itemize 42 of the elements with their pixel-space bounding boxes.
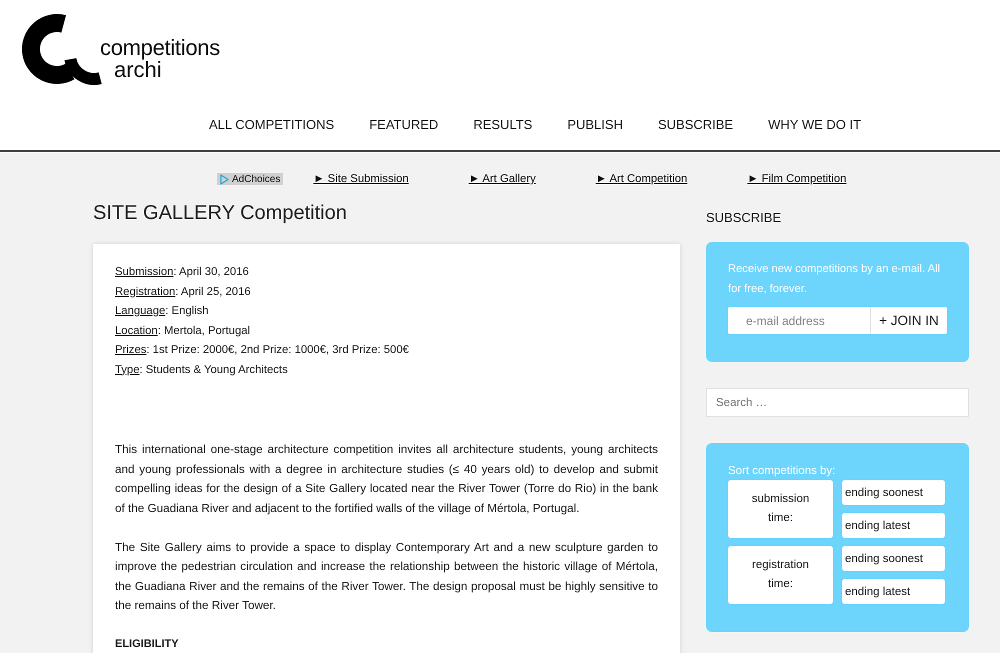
ad-link[interactable]: ► Art Gallery <box>468 173 536 185</box>
page-title: SITE GALLERY Competition <box>93 201 348 226</box>
sort-label: submission time: <box>728 480 833 538</box>
detail-value: : 1st Prize: 2000€, 2nd Prize: 1000€, 3rd Prize: 500€ <box>146 344 409 356</box>
paragraph: The Site Gallery aims to provide a space to display Contemporary Art and a new sculpture garden to improve the pedestrian circulation and increase the relationship between the historic village of Mértola, the Guadiana River and the remains of the River Tower. The design proposal must be highly sensitive to the remains of the River Tower. <box>115 540 658 614</box>
join-button[interactable]: + JOIN IN <box>870 307 947 334</box>
sort-option-button[interactable]: ending latest <box>842 579 945 604</box>
nav-link[interactable]: RESULTS <box>473 116 532 134</box>
section-heading: ELIGIBILITY <box>115 637 180 652</box>
logo-text[interactable]: archi <box>114 59 162 81</box>
paragraph: This international one-stage architecture competition invites all architecture students, young architects and young professionals with a degree in architecture studies (≤ 40 years old) to develop and submit compelling ideas for the design of a Site Gallery located near the River Tower (Torre do Rio) in the bank of the Guadiana River and adjacent to the fortified walls of the village of Mértola, Portugal. <box>115 442 658 516</box>
ad-link[interactable]: ► Site Submission <box>313 173 409 185</box>
sort-option-button[interactable]: ending soonest <box>842 480 945 505</box>
play-triangle-icon <box>220 174 229 184</box>
logo-text[interactable]: competitions <box>100 37 220 59</box>
nav-link[interactable]: PUBLISH <box>567 116 623 134</box>
ad-link[interactable]: ► Art Competition <box>596 173 688 185</box>
detail-label: Location <box>115 324 158 336</box>
nav-link[interactable]: ALL COMPETITIONS <box>209 116 334 134</box>
subscribe-text: Receive new competitions by an e-mail. All for free, forever. <box>728 262 942 296</box>
sidebar-heading: SUBSCRIBE <box>706 209 782 227</box>
detail-value: : English <box>165 305 209 317</box>
detail-value: : Students & Young Architects <box>140 364 288 376</box>
email-field[interactable]: e-mail address <box>728 307 870 334</box>
detail-value: : April 25, 2016 <box>175 286 251 298</box>
sort-label: registration time: <box>728 546 833 604</box>
sort-option-button[interactable]: ending soonest <box>842 546 945 571</box>
nav-link[interactable]: WHY WE DO IT <box>768 116 862 134</box>
detail-value: : Mertola, Portugal <box>158 324 250 336</box>
ad-link[interactable]: ► Film Competition <box>747 173 846 185</box>
nav-link[interactable]: FEATURED <box>369 116 438 134</box>
detail-label: Registration <box>115 286 176 298</box>
detail-value: : April 30, 2016 <box>173 266 249 278</box>
sort-option-button[interactable]: ending latest <box>842 513 945 538</box>
nav-link[interactable]: SUBSCRIBE <box>658 116 734 134</box>
detail-label: Submission <box>115 266 174 278</box>
search-field[interactable]: Search … <box>706 388 969 417</box>
sort-title: Sort competitions by: <box>728 464 836 479</box>
adchoices-badge[interactable]: AdChoices <box>217 173 284 185</box>
detail-label: Language <box>115 305 166 317</box>
detail-label: Type <box>115 364 140 376</box>
detail-label: Prizes <box>115 344 146 356</box>
